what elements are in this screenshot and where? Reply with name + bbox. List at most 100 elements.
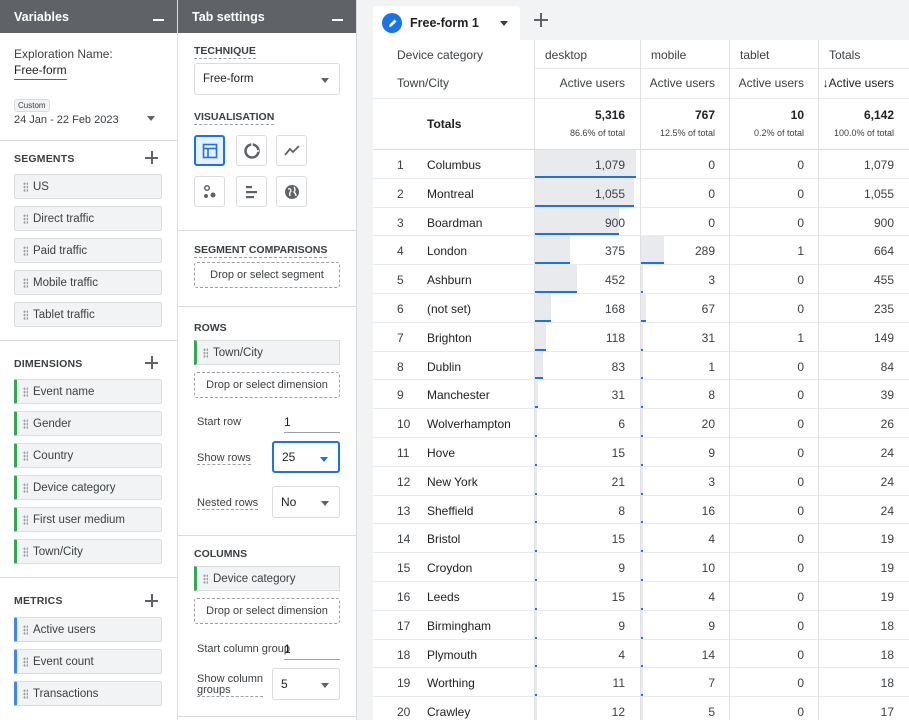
metric-chip[interactable]: Active users xyxy=(14,617,162,642)
drag-handle-icon[interactable] xyxy=(197,573,213,584)
drag-handle-icon[interactable] xyxy=(17,380,33,403)
rows-dropzone[interactable]: Drop or select dimension xyxy=(194,372,340,398)
show-column-groups-select[interactable]: 5 xyxy=(272,668,340,700)
metric-header[interactable]: Active users xyxy=(729,76,804,90)
column-header-totals[interactable]: Totals xyxy=(829,48,860,62)
columns-dropzone[interactable]: Drop or select dimension xyxy=(194,598,340,624)
desktop-value: 1,079 xyxy=(594,158,625,172)
table-row[interactable]: 2 Montreal 1,055 0 0 1,055 xyxy=(373,178,909,208)
drag-handle-icon[interactable] xyxy=(17,650,33,673)
row-city: Hove xyxy=(427,446,456,460)
segments-title: SEGMENTS xyxy=(14,153,75,165)
drag-handle-icon[interactable] xyxy=(17,175,33,198)
dimension-chip[interactable]: First user medium xyxy=(14,507,162,532)
table-row[interactable]: 12 New York 21 3 0 24 xyxy=(373,466,909,496)
metric-header[interactable]: Active users xyxy=(640,76,715,90)
metric-header-sorted[interactable]: ↓Active users xyxy=(818,76,894,90)
table-row[interactable]: 20 Crawley 12 5 0 17 xyxy=(373,697,909,720)
metric-header[interactable]: Active users xyxy=(534,76,625,90)
segment-chip[interactable]: Direct traffic xyxy=(14,206,162,231)
totals-value: 900 xyxy=(873,215,894,230)
column-header-desktop[interactable]: desktop xyxy=(545,48,587,62)
mobile-value: 1 xyxy=(708,359,715,374)
row-city: Dublin xyxy=(427,359,462,374)
add-dimension-icon[interactable] xyxy=(145,356,158,369)
pencil-icon[interactable] xyxy=(382,13,402,33)
table-row[interactable]: 6 (not set) 168 67 0 235 xyxy=(373,294,909,323)
start-column-group-input[interactable]: 1 xyxy=(284,642,340,660)
bar-viz-button[interactable] xyxy=(236,176,267,207)
table-row[interactable]: 7 Brighton 118 31 1 149 xyxy=(373,322,909,352)
geo-viz-button[interactable] xyxy=(276,176,307,207)
table-row[interactable]: 15 Croydon 9 10 0 19 xyxy=(373,553,909,582)
tab-label: Free-form 1 xyxy=(410,16,479,30)
segment-chip[interactable]: Paid traffic xyxy=(14,238,162,263)
table-row[interactable]: 4 London 375 289 1 664 xyxy=(373,236,909,266)
drag-handle-icon[interactable] xyxy=(17,618,33,641)
table-row[interactable]: 11 Hove 15 9 0 24 xyxy=(373,438,909,467)
dimension-chip[interactable]: Town/City xyxy=(14,539,162,564)
chevron-down-icon[interactable] xyxy=(500,21,508,26)
chevron-down-icon xyxy=(321,501,329,506)
nested-rows-select[interactable]: No xyxy=(272,486,340,518)
variables-header: Variables xyxy=(0,0,177,33)
table-row[interactable]: 17 Birmingham 9 9 0 18 xyxy=(373,610,909,640)
drag-handle-icon[interactable] xyxy=(17,476,33,499)
collapse-icon[interactable] xyxy=(332,19,343,21)
drag-handle-icon[interactable] xyxy=(17,239,33,262)
drag-handle-icon[interactable] xyxy=(17,540,33,563)
collapse-icon[interactable] xyxy=(153,19,164,21)
table-row[interactable]: 13 Sheffield 8 16 0 24 xyxy=(373,495,909,525)
exploration-name-input[interactable]: Free-form xyxy=(14,63,67,80)
table-row[interactable]: 5 Ashburn 452 3 0 455 xyxy=(373,265,909,294)
drag-handle-icon[interactable] xyxy=(17,207,33,230)
segment-chip[interactable]: US xyxy=(14,174,162,199)
table-row[interactable]: 18 Plymouth 4 14 0 18 xyxy=(373,639,909,669)
segment-dropzone[interactable]: Drop or select segment xyxy=(194,262,340,288)
table-viz-button[interactable] xyxy=(194,135,225,166)
column-header-tablet[interactable]: tablet xyxy=(740,48,769,62)
tablet-value: 0 xyxy=(797,590,804,604)
add-tab-icon[interactable] xyxy=(533,12,549,28)
table-row[interactable]: 14 Bristol 15 4 0 19 xyxy=(373,524,909,554)
drag-handle-icon[interactable] xyxy=(17,412,33,435)
dimension-chip[interactable]: Gender xyxy=(14,411,162,436)
table-row[interactable]: 10 Wolverhampton 6 20 0 26 xyxy=(373,409,909,438)
table-row[interactable]: 16 Leeds 15 4 0 19 xyxy=(373,582,909,611)
scatter-viz-button[interactable] xyxy=(194,176,225,207)
metric-chip[interactable]: Transactions xyxy=(14,681,162,706)
segment-chip[interactable]: Mobile traffic xyxy=(14,270,162,295)
drag-handle-icon[interactable] xyxy=(197,347,213,358)
table-row[interactable]: 9 Manchester 31 8 0 39 xyxy=(373,380,909,410)
drag-handle-icon[interactable] xyxy=(17,271,33,294)
metric-chip[interactable]: Event count xyxy=(14,649,162,674)
drag-handle-icon[interactable] xyxy=(17,444,33,467)
drag-handle-icon[interactable] xyxy=(17,508,33,531)
rows-dimension-chip[interactable]: Town/City xyxy=(194,340,340,365)
line-viz-button[interactable] xyxy=(276,135,307,166)
row-city: Columbus xyxy=(427,158,482,172)
donut-viz-button[interactable] xyxy=(236,135,267,166)
table-row[interactable]: 3 Boardman 900 0 0 900 xyxy=(373,207,909,237)
mobile-value: 3 xyxy=(708,273,715,288)
start-row-input[interactable]: 1 xyxy=(284,415,340,433)
tab-free-form-1[interactable]: Free-form 1 xyxy=(373,6,520,40)
segment-chip[interactable]: Tablet traffic xyxy=(14,302,162,327)
chevron-down-icon[interactable] xyxy=(147,116,155,121)
dimension-chip[interactable]: Country xyxy=(14,443,162,468)
table-row[interactable]: 19 Worthing 11 7 0 18 xyxy=(373,668,909,698)
dimension-chip[interactable]: Device category xyxy=(14,475,162,500)
columns-dimension-chip[interactable]: Device category xyxy=(194,566,340,591)
drag-handle-icon[interactable] xyxy=(17,303,33,326)
column-header-mobile[interactable]: mobile xyxy=(651,48,686,62)
show-rows-select[interactable]: 25 xyxy=(272,441,340,473)
table-row[interactable]: 8 Dublin 83 1 0 84 xyxy=(373,351,909,381)
drag-handle-icon[interactable] xyxy=(17,682,33,705)
table-row[interactable]: 1 Columbus 1,079 0 0 1,079 xyxy=(373,150,909,179)
add-segment-icon[interactable] xyxy=(145,151,158,164)
dimension-chip[interactable]: Event name xyxy=(14,379,162,404)
add-metric-icon[interactable] xyxy=(145,594,158,607)
date-range-picker[interactable]: 24 Jan - 22 Feb 2023 xyxy=(14,114,119,126)
desktop-value: 83 xyxy=(611,359,625,374)
technique-select[interactable]: Free-form xyxy=(194,63,340,95)
